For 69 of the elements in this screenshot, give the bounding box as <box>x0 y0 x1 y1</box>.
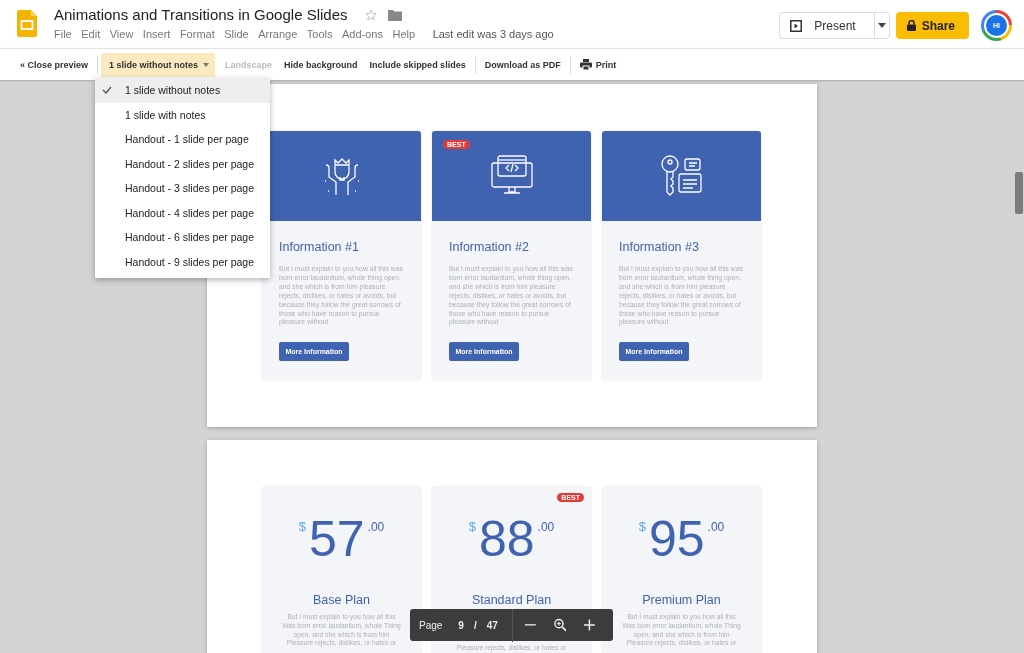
plan-name: Premium Plan <box>642 593 721 607</box>
price-amount: 95 <box>648 511 705 567</box>
price-cents: .00 <box>707 520 725 534</box>
plan-name: Standard Plan <box>471 593 552 607</box>
star-icon[interactable] <box>363 7 378 22</box>
menu-item[interactable]: Insert <box>142 28 171 40</box>
menu-option-label: 1 slide with notes <box>125 108 206 121</box>
currency-symbol: $ <box>468 519 476 534</box>
key-icon <box>659 155 704 197</box>
menu-option-label: Handout - 1 slide per page <box>125 133 249 146</box>
menu-option-label: 1 slide without notes <box>125 84 221 97</box>
menu-option[interactable]: Handout - 6 slides per page <box>95 225 270 250</box>
menu-item[interactable]: Format <box>179 28 215 40</box>
page-number-field[interactable]: 9 <box>458 619 464 631</box>
zoom-in-icon[interactable] <box>553 618 567 632</box>
menu-option[interactable]: 1 slide with notes <box>95 102 270 127</box>
scrollbar-thumb[interactable] <box>1015 172 1023 214</box>
menu-option-label: Handout - 3 slides per page <box>125 182 254 195</box>
toolbar-button[interactable]: Download as PDF <box>478 52 567 77</box>
menu-option[interactable]: Handout - 4 slides per page <box>95 200 270 225</box>
present-button[interactable]: Present <box>779 12 874 39</box>
card-title: Information #3 <box>619 240 699 254</box>
menu-option-label: Handout - 4 slides per page <box>125 206 254 219</box>
menu-item[interactable]: View <box>109 28 134 40</box>
currency-symbol: $ <box>638 519 646 534</box>
menu-item[interactable]: Slide <box>224 28 249 40</box>
menu-option[interactable]: 1 slide without notes <box>95 78 270 103</box>
checkmark-icon <box>102 86 112 94</box>
menu-option-label: Handout - 2 slides per page <box>125 157 254 170</box>
toolbar-button[interactable]: Hide background <box>278 52 364 77</box>
document-title[interactable]: Animations and Transitions in Google Slides <box>54 6 348 23</box>
printer-icon <box>579 59 592 70</box>
minus-icon[interactable] <box>524 624 536 626</box>
caret-icon <box>203 62 210 67</box>
menu-option-label: Handout - 9 slides per page <box>125 255 254 268</box>
currency-symbol: $ <box>298 519 306 534</box>
play-icon <box>790 19 803 32</box>
monitor-icon <box>489 155 534 197</box>
print-button[interactable]: Print <box>573 52 623 77</box>
menu-item[interactable]: Help <box>392 28 416 40</box>
menu-option-label: Handout - 6 slides per page <box>125 231 254 244</box>
share-button[interactable]: Share <box>895 12 969 39</box>
price-cents: .00 <box>537 520 555 534</box>
price-amount: 88 <box>478 511 535 567</box>
page-separator: / <box>473 619 477 631</box>
caret-icon <box>877 23 886 28</box>
menu-item[interactable]: Add-ons <box>342 28 383 40</box>
folder-icon[interactable] <box>387 8 402 21</box>
toolbar-button[interactable]: Include skipped slides <box>363 52 472 77</box>
plan-name: Base Plan <box>313 593 370 607</box>
menu-option[interactable]: Handout - 9 slides per page <box>95 249 270 274</box>
menu-option[interactable]: Handout - 3 slides per page <box>95 176 270 201</box>
price-cents: .00 <box>367 520 385 534</box>
menu-item[interactable]: File <box>54 28 72 40</box>
toolbar-button[interactable]: « Close preview <box>14 52 95 77</box>
card-title: Information #2 <box>449 240 529 254</box>
menu-option[interactable]: Handout - 2 slides per page <box>95 151 270 176</box>
page-label: Page <box>419 619 443 631</box>
layout-dropdown[interactable]: 1 slide without notes <box>101 52 216 77</box>
menu-item[interactable]: Arrange <box>258 28 298 40</box>
plus-icon[interactable] <box>584 619 595 631</box>
menu-option[interactable]: Handout - 1 slide per page <box>95 127 270 152</box>
menu-item[interactable]: Tools <box>306 28 333 40</box>
lock-icon <box>906 20 916 31</box>
page-total: 47 <box>486 619 498 631</box>
card-title: Information #1 <box>279 240 359 254</box>
price-amount: 57 <box>308 511 365 567</box>
menu-item[interactable]: Edit <box>81 28 101 40</box>
last-edit-link[interactable]: Last edit was 3 days ago <box>432 28 554 40</box>
